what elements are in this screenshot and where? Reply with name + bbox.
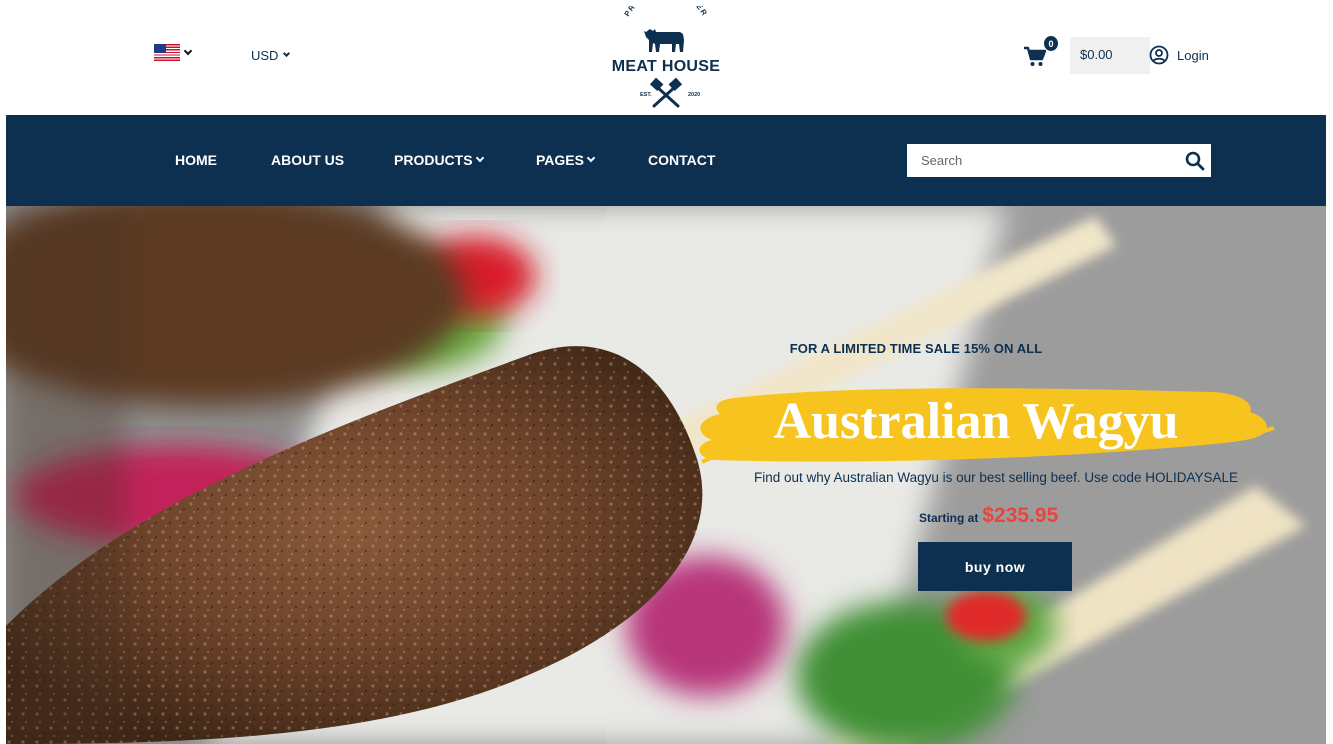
us-flag-icon xyxy=(154,44,180,61)
login-label: Login xyxy=(1177,47,1209,63)
chevron-down-icon xyxy=(283,49,291,58)
language-selector[interactable] xyxy=(154,44,193,61)
nav-item-label: PRODUCTS xyxy=(394,152,473,168)
svg-text:PREMIUM BUTCHER: PREMIUM BUTCHER xyxy=(622,6,709,18)
cart-icon xyxy=(1024,46,1047,66)
hero-subtext: Find out why Australian Wagyu is our bes… xyxy=(754,470,1238,485)
user-icon xyxy=(1149,45,1169,65)
site-logo[interactable]: PREMIUM BUTCHER EST. 2020 MEAT HOUSE xyxy=(606,6,726,114)
hero-headline: Australian Wagyu xyxy=(773,393,1179,450)
main-nav: HOME ABOUT US PRODUCTS PAGES CONTACT xyxy=(6,115,1326,206)
logo-year: 2020 xyxy=(688,92,700,98)
price-row: Starting at $235.95 xyxy=(919,504,1058,528)
login-link[interactable]: Login xyxy=(1149,45,1209,65)
nav-item-label: HOME xyxy=(175,152,217,168)
search-box xyxy=(906,143,1212,178)
logo-name: MEAT HOUSE xyxy=(611,58,721,75)
nav-item-pages[interactable]: PAGES xyxy=(536,152,596,168)
cart-total[interactable]: $0.00 xyxy=(1070,37,1150,74)
nav-item-label: CONTACT xyxy=(648,152,716,168)
chevron-down-icon xyxy=(183,46,193,55)
search-input[interactable] xyxy=(907,144,1177,177)
nav-item-products[interactable]: PRODUCTS xyxy=(394,152,484,168)
search-icon[interactable] xyxy=(1185,151,1205,171)
buy-now-button[interactable]: buy now xyxy=(918,542,1072,591)
cart-count-badge: 0 xyxy=(1044,36,1058,51)
logo-tagline: PREMIUM BUTCHER xyxy=(622,6,708,18)
hero-banner: FOR A LIMITED TIME SALE 15% ON ALL Austr… xyxy=(6,206,1326,744)
nav-item-contact[interactable]: CONTACT xyxy=(648,152,715,168)
starting-at-label: Starting at xyxy=(919,511,979,525)
currency-selector[interactable]: USD xyxy=(251,48,291,63)
top-header: USD PREMIUM BUTCHER EST. 2020 MEAT xyxy=(0,0,1333,115)
bull-icon xyxy=(644,29,684,52)
nav-item-label: ABOUT US xyxy=(271,152,345,168)
chevron-down-icon xyxy=(586,153,596,163)
nav-item-about-us[interactable]: ABOUT US xyxy=(271,152,344,168)
chevron-down-icon xyxy=(475,153,484,163)
currency-label: USD xyxy=(251,48,279,63)
cart-button[interactable]: 0 xyxy=(1023,36,1058,70)
nav-item-home[interactable]: HOME xyxy=(175,152,217,168)
promo-text: FOR A LIMITED TIME SALE 15% ON ALL xyxy=(789,341,1043,356)
price-value: $235.95 xyxy=(982,504,1059,527)
nav-item-label: PAGES xyxy=(536,152,584,168)
logo-est: EST. xyxy=(640,92,652,98)
